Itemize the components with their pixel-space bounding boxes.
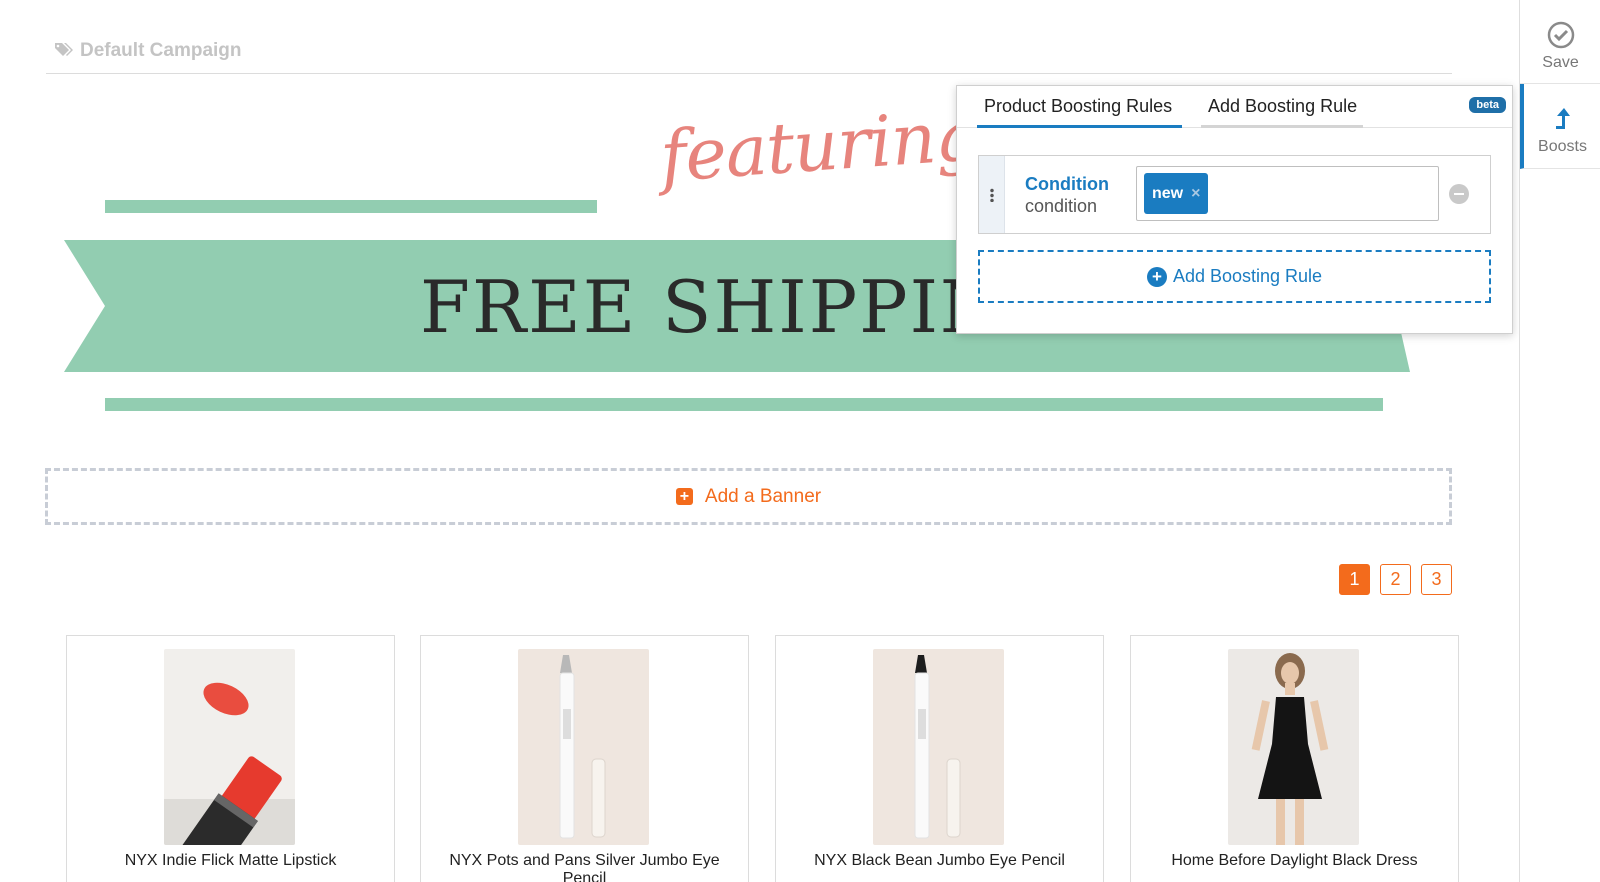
- page-button-3[interactable]: 3: [1421, 564, 1452, 595]
- tab-add-boosting-rule[interactable]: Add Boosting Rule: [1201, 96, 1363, 128]
- product-name: Home Before Daylight Black Dress: [1171, 852, 1418, 869]
- product-image-lipstick: [164, 649, 295, 845]
- save-button[interactable]: Save: [1520, 0, 1600, 84]
- save-label: Save: [1542, 54, 1579, 71]
- boosts-button[interactable]: Boosts: [1520, 84, 1600, 169]
- tab-product-boosting-rules[interactable]: Product Boosting Rules: [977, 96, 1182, 128]
- right-sidebar: Save Boosts: [1519, 0, 1600, 882]
- rule-value-input[interactable]: new ×: [1136, 166, 1439, 221]
- product-name: NYX Pots and Pans Silver Jumbo Eye Penci…: [449, 852, 720, 882]
- product-image-black-dress: [1228, 649, 1359, 845]
- product-name: NYX Indie Flick Matte Lipstick: [124, 852, 337, 869]
- page-button-1[interactable]: 1: [1339, 564, 1370, 595]
- value-chip: new ×: [1144, 173, 1209, 214]
- page-button-2[interactable]: 2: [1380, 564, 1411, 595]
- check-circle-icon: [1547, 21, 1574, 49]
- plus-square-icon: +: [675, 488, 693, 505]
- product-card[interactable]: Home Before Daylight Black Dress: [1130, 635, 1459, 882]
- remove-rule-icon[interactable]: [1449, 184, 1469, 204]
- boosts-label: Boosts: [1538, 138, 1587, 155]
- boost-tabs: Product Boosting Rules Add Boosting Rule…: [957, 86, 1512, 128]
- campaign-title: Default Campaign: [80, 40, 242, 61]
- product-name: NYX Black Bean Jumbo Eye Pencil: [814, 852, 1065, 869]
- product-image-silver-pencil: [518, 649, 649, 845]
- chip-label: new: [1152, 184, 1184, 202]
- campaign-header: Default Campaign: [46, 36, 1452, 74]
- add-boosting-rule-button[interactable]: + Add Boosting Rule: [978, 250, 1491, 303]
- add-boosting-rule-label: Add Boosting Rule: [1172, 266, 1323, 286]
- product-card[interactable]: NYX Black Bean Jumbo Eye Pencil: [775, 635, 1104, 882]
- boosting-rule-row: Condition condition new ×: [978, 155, 1491, 234]
- rule-title: Condition: [1025, 174, 1109, 194]
- boosting-rules-panel: Product Boosting Rules Add Boosting Rule…: [956, 85, 1513, 334]
- tags-icon: [55, 43, 73, 56]
- add-banner-button[interactable]: + Add a Banner: [45, 468, 1452, 525]
- pagination: 1 2 3: [1339, 564, 1452, 595]
- drag-handle-icon[interactable]: [979, 156, 1005, 233]
- plus-circle-icon: +: [1146, 266, 1167, 287]
- product-image-black-pencil: [873, 649, 1004, 845]
- product-card[interactable]: NYX Indie Flick Matte Lipstick: [66, 635, 395, 882]
- boost-arrow-icon: [1555, 108, 1570, 129]
- chip-remove-icon[interactable]: ×: [1191, 185, 1200, 203]
- beta-badge: beta: [1469, 97, 1506, 113]
- product-card[interactable]: NYX Pots and Pans Silver Jumbo Eye Penci…: [420, 635, 749, 882]
- add-banner-label: Add a Banner: [704, 485, 822, 507]
- rule-subtitle: condition: [1025, 196, 1098, 216]
